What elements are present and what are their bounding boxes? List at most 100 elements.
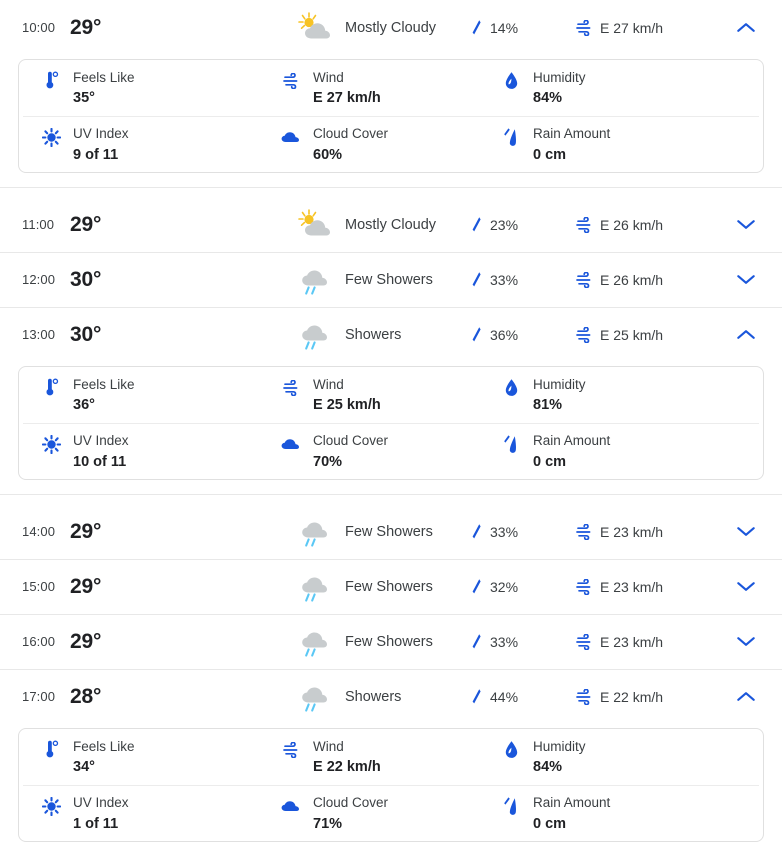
detail-card: Feels Like 36° Wind E 25 km/h Humidity 8…: [18, 366, 764, 480]
wind-summary: E 26 km/h: [575, 271, 710, 288]
detail-row: Feels Like 35° Wind E 27 km/h Humidity 8…: [23, 60, 759, 116]
hour-condition: Few Showers: [190, 515, 470, 549]
chevron-up-icon[interactable]: [737, 329, 755, 340]
detail-row: UV Index 9 of 11 Cloud Cover 60% Rain Am…: [23, 116, 759, 172]
detail-label: Feels Like: [73, 738, 135, 754]
expand-toggle-button[interactable]: [710, 219, 782, 230]
wind-summary: E 23 km/h: [575, 633, 710, 650]
chevron-down-icon[interactable]: [737, 219, 755, 230]
rain-cloud-icon: [295, 625, 337, 659]
wind-value: E 27 km/h: [600, 19, 664, 36]
hour-detail-panel: Feels Like 35° Wind E 27 km/h Humidity 8…: [0, 55, 782, 187]
condition-label: Few Showers: [345, 633, 433, 650]
sun-behind-cloud-icon: [295, 11, 337, 45]
hourly-row-1500[interactable]: 15:00 29° Few Showers 32% E 23 km/h: [0, 559, 782, 614]
detail-row: Feels Like 34° Wind E 22 km/h Humidity 8…: [23, 729, 759, 785]
wind-value: E 23 km/h: [600, 633, 664, 650]
precipitation-chance: 36%: [470, 326, 575, 343]
cloud-icon: [281, 793, 301, 817]
chevron-down-icon[interactable]: [737, 636, 755, 647]
expand-toggle-button[interactable]: [710, 329, 782, 340]
rain-cloud-icon: [295, 570, 337, 604]
hourly-row-1000[interactable]: 10:00 29° Mostly Cloudy 14% E 27 km/h: [0, 0, 782, 55]
detail-label: Humidity: [533, 69, 586, 85]
detail-value: 36°: [73, 397, 95, 413]
hour-time: 15:00: [22, 579, 56, 594]
detail-value: E 27 km/h: [313, 90, 381, 106]
water-drop-icon: [501, 68, 521, 92]
wind-value: E 23 km/h: [600, 523, 664, 540]
hour-temperature: 29°: [70, 629, 102, 653]
rain-streaks-icon: [501, 793, 521, 817]
wind-summary: E 23 km/h: [575, 578, 710, 595]
hourly-row-1400[interactable]: 14:00 29° Few Showers 33% E 23 km/h: [0, 504, 782, 559]
detail-item-rain-streaks: Rain Amount 0 cm: [483, 431, 759, 472]
detail-row: Feels Like 36° Wind E 25 km/h Humidity 8…: [23, 367, 759, 423]
precipitation-chance: 23%: [470, 216, 575, 233]
expand-toggle-button[interactable]: [710, 274, 782, 285]
detail-item-wind-lines: Wind E 25 km/h: [263, 375, 483, 416]
wind-summary: E 27 km/h: [575, 19, 710, 36]
thermometer-icon: [41, 375, 61, 399]
precipitation-chance: 33%: [470, 523, 575, 540]
detail-value: 0 cm: [533, 815, 567, 832]
detail-value: 35°: [73, 90, 95, 106]
detail-value: 71%: [313, 815, 343, 832]
raindrop-icon: [470, 578, 483, 595]
hourly-row-1600[interactable]: 16:00 29° Few Showers 33% E 23 km/h: [0, 614, 782, 669]
wind-lines-icon: [575, 688, 593, 705]
chevron-up-icon[interactable]: [737, 22, 755, 33]
precipitation-value: 33%: [490, 633, 519, 650]
rain-streaks-icon: [501, 124, 521, 148]
expand-toggle-button[interactable]: [710, 526, 782, 537]
chevron-down-icon[interactable]: [737, 581, 755, 592]
raindrop-icon: [470, 523, 483, 540]
condition-label: Showers: [345, 688, 402, 705]
detail-item-wind-lines: Wind E 22 km/h: [263, 737, 483, 778]
chevron-down-icon[interactable]: [737, 526, 755, 537]
hour-detail-panel: Feels Like 36° Wind E 25 km/h Humidity 8…: [0, 362, 782, 494]
expand-toggle-button[interactable]: [710, 636, 782, 647]
wind-lines-icon: [575, 216, 593, 233]
chevron-down-icon[interactable]: [737, 274, 755, 285]
detail-label: Humidity: [533, 738, 586, 754]
wind-lines-icon: [575, 578, 593, 595]
raindrop-icon: [470, 271, 483, 288]
cloud-icon: [281, 124, 301, 148]
expand-toggle-button[interactable]: [710, 691, 782, 702]
raindrop-icon: [470, 216, 483, 233]
wind-value: E 25 km/h: [600, 326, 664, 343]
hour-time: 17:00: [22, 689, 56, 704]
hourly-forecast-list: 10:00 29° Mostly Cloudy 14% E 27 km/h Fe…: [0, 0, 782, 856]
raindrop-icon: [470, 19, 483, 36]
detail-value: 34°: [73, 759, 95, 775]
wind-lines-icon: [281, 375, 301, 399]
rain-cloud-icon: [295, 515, 337, 549]
chevron-up-icon[interactable]: [737, 691, 755, 702]
hourly-row-1300[interactable]: 13:00 30° Showers 36% E 25 km/h: [0, 307, 782, 362]
raindrop-icon: [470, 633, 483, 650]
detail-item-thermometer: Feels Like 36°: [23, 375, 263, 416]
hourly-row-1200[interactable]: 12:00 30° Few Showers 33% E 26 km/h: [0, 252, 782, 307]
precipitation-value: 44%: [490, 688, 519, 705]
detail-value: 60%: [313, 146, 343, 163]
hourly-row-1100[interactable]: 11:00 29° Mostly Cloudy 23% E 26 km/h: [0, 197, 782, 252]
detail-label: UV Index: [73, 433, 129, 449]
expand-toggle-button[interactable]: [710, 22, 782, 33]
detail-value: 0 cm: [533, 453, 567, 470]
detail-item-water-drop: Humidity 81%: [483, 375, 759, 416]
detail-label: Wind: [313, 376, 344, 392]
detail-label: Rain Amount: [533, 126, 611, 142]
wind-summary: E 23 km/h: [575, 523, 710, 540]
hourly-row-1700[interactable]: 17:00 28° Showers 44% E 22 km/h: [0, 669, 782, 724]
raindrop-icon: [470, 688, 483, 705]
precipitation-value: 23%: [490, 216, 519, 233]
detail-row: UV Index 10 of 11 Cloud Cover 70% Rain A…: [23, 423, 759, 479]
hour-time: 16:00: [22, 634, 56, 649]
wind-value: E 26 km/h: [600, 216, 664, 233]
wind-summary: E 22 km/h: [575, 688, 710, 705]
sun-behind-cloud-icon: [295, 208, 337, 242]
expand-toggle-button[interactable]: [710, 581, 782, 592]
hour-temperature: 29°: [70, 574, 102, 598]
